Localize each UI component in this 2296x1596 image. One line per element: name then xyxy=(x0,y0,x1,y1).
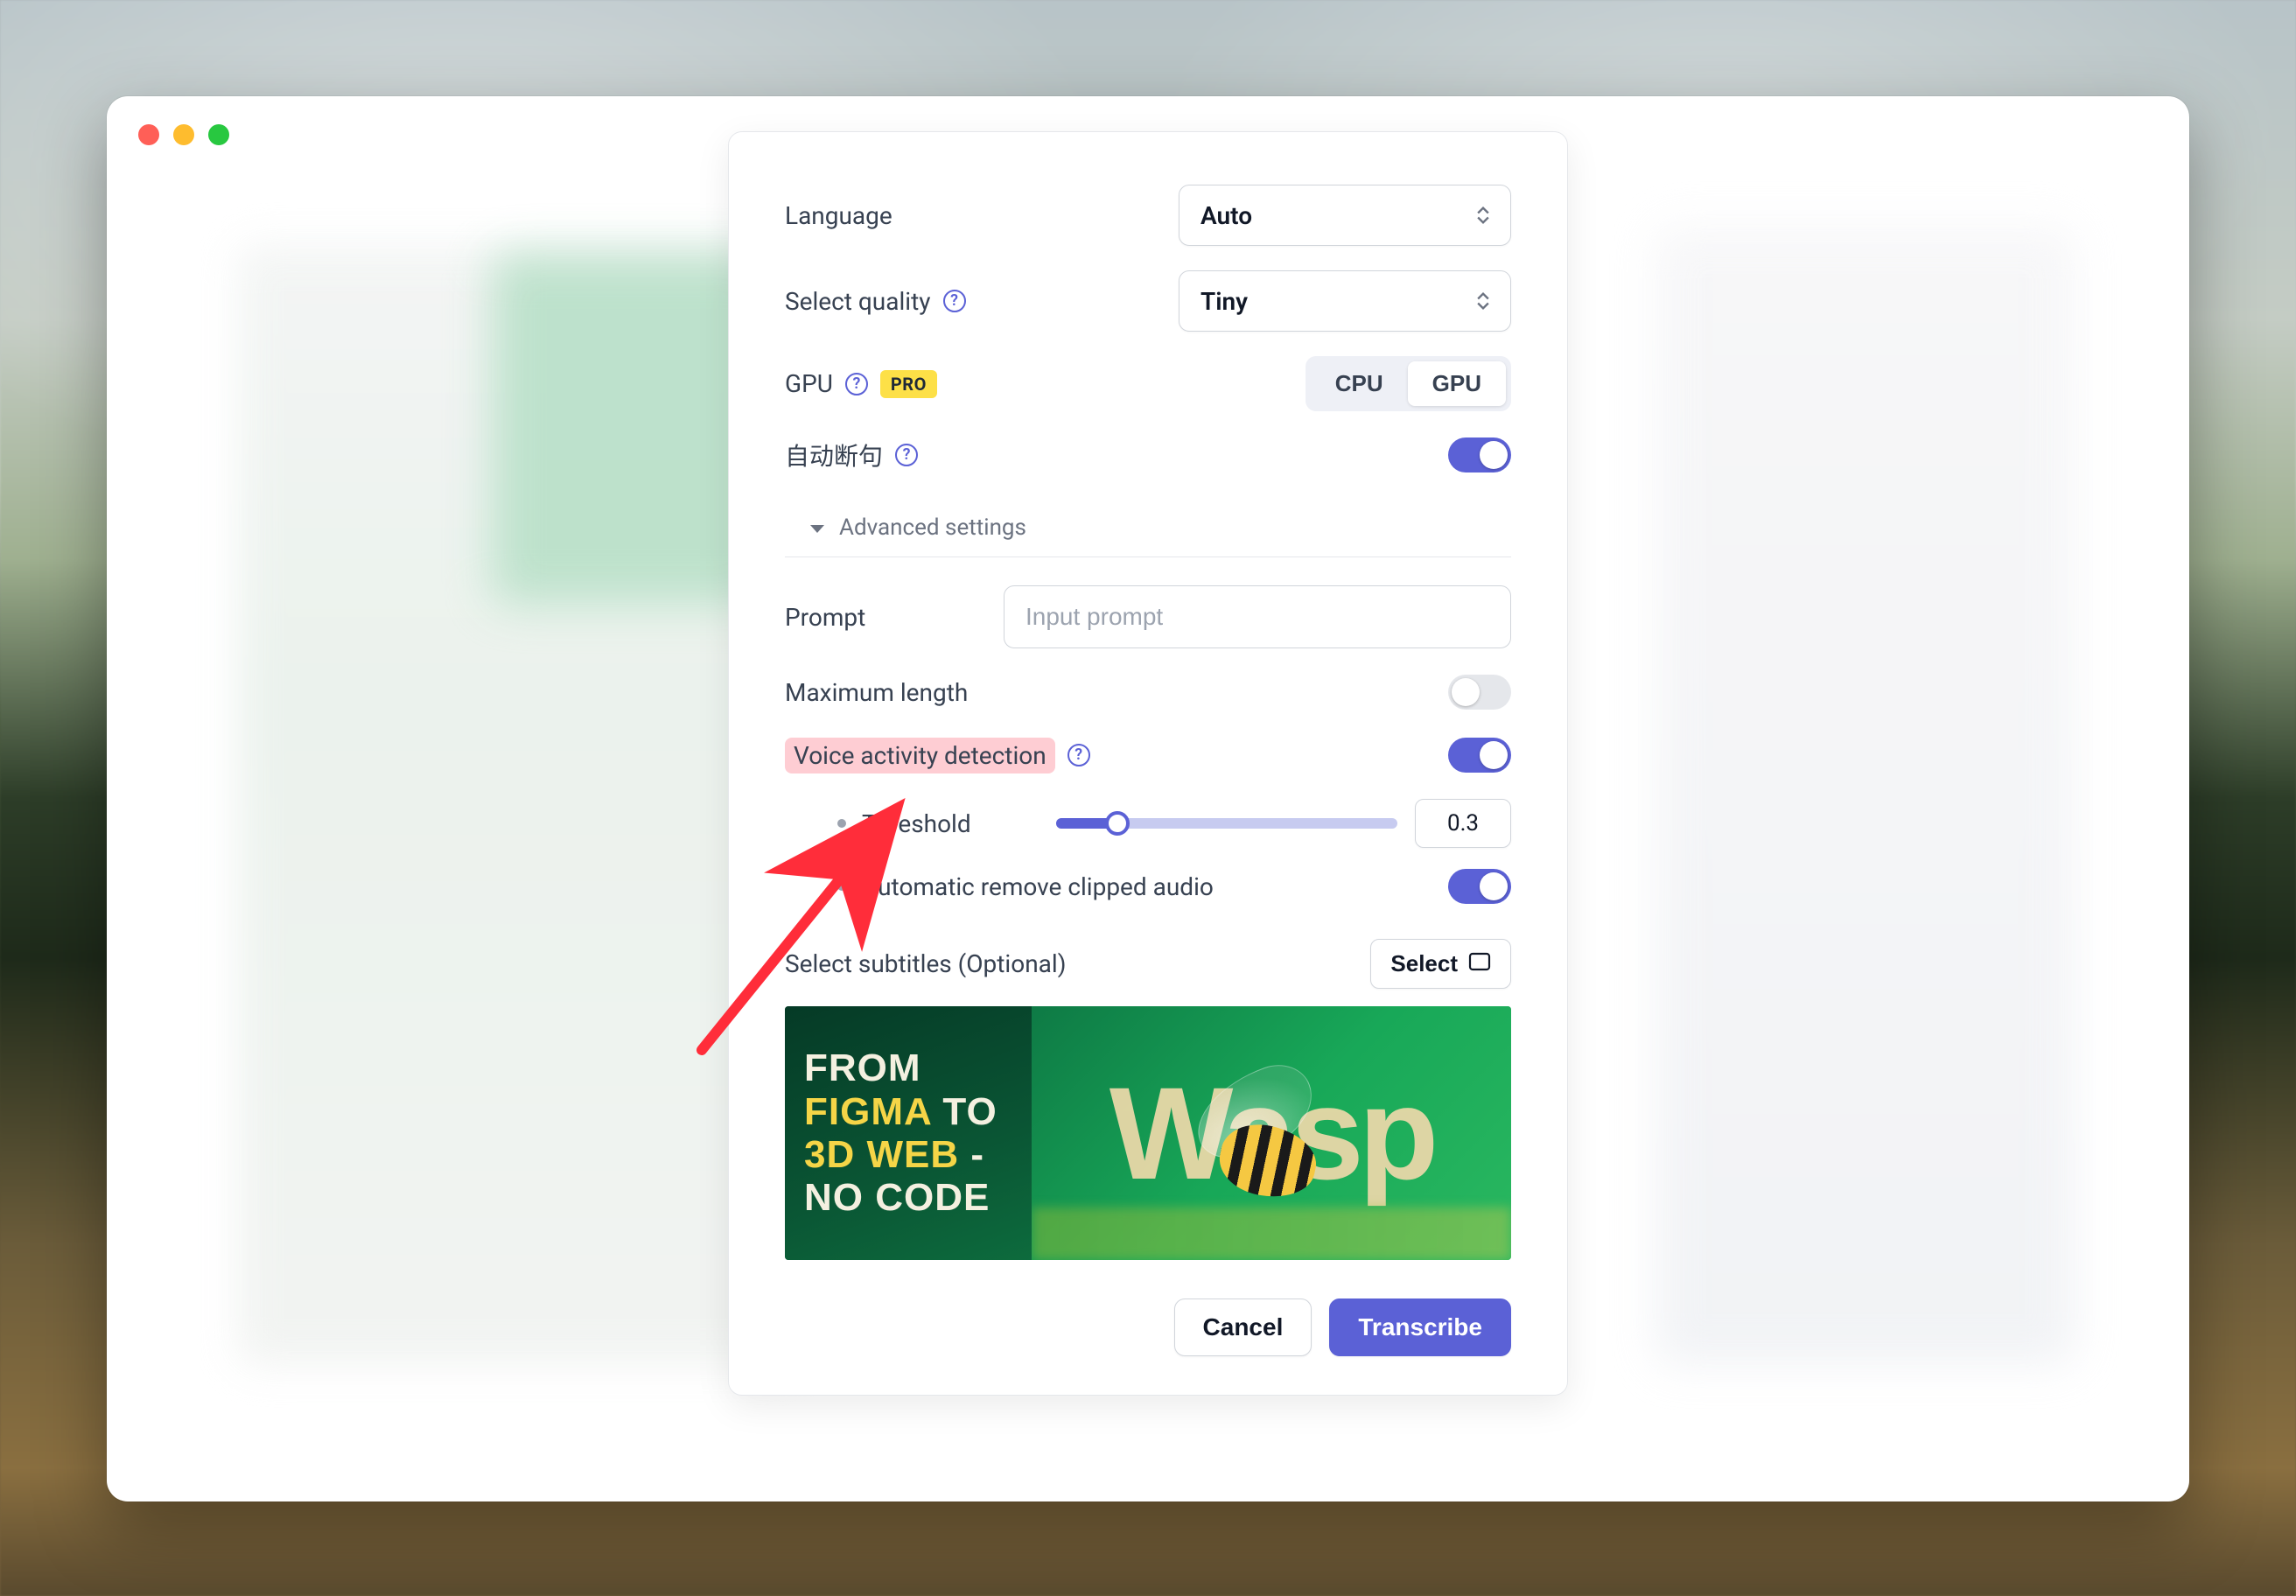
quality-label: Select quality xyxy=(785,287,931,316)
toggle-knob xyxy=(1480,872,1508,900)
caret-down-icon xyxy=(809,514,825,541)
background-blurred-sidebar xyxy=(1656,228,2076,1365)
threshold-row: Threshold 0.3 xyxy=(785,799,1511,848)
toggle-knob xyxy=(1480,741,1508,769)
folder-icon xyxy=(1468,950,1491,977)
auto-remove-clipped-row: Automatic remove clipped audio xyxy=(785,869,1511,904)
quality-row: Select quality ? Tiny xyxy=(785,270,1511,332)
max-length-toggle[interactable] xyxy=(1448,675,1511,710)
select-button-label: Select xyxy=(1390,950,1458,977)
prompt-row: Prompt xyxy=(785,585,1511,648)
preview-left-panel: FROM FIGMA TO 3D WEB - NO CODE xyxy=(785,1006,1032,1260)
language-row: Language Auto xyxy=(785,185,1511,246)
auto-break-row: 自动断句 ? xyxy=(785,436,1511,474)
gpu-row: GPU ? PRO CPU GPU xyxy=(785,356,1511,411)
vad-label: Voice activity detection xyxy=(785,738,1055,774)
gpu-help-icon[interactable]: ? xyxy=(845,373,868,396)
select-chevrons-icon xyxy=(1477,206,1489,225)
threshold-slider[interactable] xyxy=(1056,818,1397,829)
cpu-segment-button[interactable]: CPU xyxy=(1311,361,1408,406)
preview-text-line: FIGMA TO xyxy=(804,1090,1012,1133)
window-controls xyxy=(138,124,229,145)
vad-toggle[interactable] xyxy=(1448,738,1511,773)
vad-row: Voice activity detection ? xyxy=(785,736,1511,774)
preview-text-line: FROM xyxy=(804,1046,1012,1089)
quality-selected-value: Tiny xyxy=(1200,287,1248,316)
language-select[interactable]: Auto xyxy=(1179,185,1511,246)
window-maximize-button[interactable] xyxy=(208,124,229,145)
quality-help-icon[interactable]: ? xyxy=(943,290,966,312)
preview-text-line: 3D WEB - xyxy=(804,1133,1012,1176)
transcribe-button[interactable]: Transcribe xyxy=(1329,1298,1511,1356)
auto-break-label: 自动断句 xyxy=(785,438,883,472)
auto-remove-clipped-toggle[interactable] xyxy=(1448,869,1511,904)
auto-break-help-icon[interactable]: ? xyxy=(895,444,918,466)
preview-right-panel: Wasp xyxy=(1032,1006,1511,1260)
advanced-settings-label: Advanced settings xyxy=(839,514,1026,541)
quality-select[interactable]: Tiny xyxy=(1179,270,1511,332)
modal-footer: Cancel Transcribe xyxy=(785,1298,1511,1356)
max-length-label: Maximum length xyxy=(785,678,968,707)
auto-remove-clipped-label: Automatic remove clipped audio xyxy=(862,872,1214,901)
threshold-control: 0.3 xyxy=(1056,799,1511,848)
gpu-segment-button[interactable]: GPU xyxy=(1408,361,1506,406)
threshold-value: 0.3 xyxy=(1415,799,1511,848)
toggle-knob xyxy=(1480,441,1508,469)
window-close-button[interactable] xyxy=(138,124,159,145)
select-chevrons-icon xyxy=(1477,291,1489,311)
cancel-button[interactable]: Cancel xyxy=(1174,1298,1312,1356)
threshold-label: Threshold xyxy=(862,809,971,838)
auto-break-toggle[interactable] xyxy=(1448,438,1511,472)
select-subtitles-button[interactable]: Select xyxy=(1370,939,1511,989)
toggle-knob xyxy=(1452,678,1480,706)
bullet-icon xyxy=(837,882,846,891)
video-preview-thumbnail: FROM FIGMA TO 3D WEB - NO CODE Wasp xyxy=(785,1006,1511,1260)
prompt-label: Prompt xyxy=(785,603,865,632)
advanced-settings-header[interactable]: Advanced settings xyxy=(785,499,1511,557)
language-label: Language xyxy=(785,201,892,230)
subtitles-row: Select subtitles (Optional) Select xyxy=(785,939,1511,989)
window-minimize-button[interactable] xyxy=(173,124,194,145)
transcribe-settings-modal: Language Auto Select quality ? Tiny xyxy=(728,131,1568,1396)
language-selected-value: Auto xyxy=(1200,201,1252,230)
slider-thumb[interactable] xyxy=(1105,811,1130,836)
vad-help-icon[interactable]: ? xyxy=(1068,744,1090,766)
wasp-illustration xyxy=(1185,1082,1325,1205)
pro-badge: PRO xyxy=(880,370,937,398)
prompt-input[interactable] xyxy=(1004,585,1511,648)
gpu-label: GPU xyxy=(785,369,833,398)
preview-text-line: NO CODE xyxy=(804,1176,1012,1219)
app-window: Language Auto Select quality ? Tiny xyxy=(107,96,2189,1502)
gpu-segmented-control: CPU GPU xyxy=(1306,356,1511,411)
bullet-icon xyxy=(837,819,846,828)
subtitles-label: Select subtitles (Optional) xyxy=(785,949,1066,978)
max-length-row: Maximum length xyxy=(785,673,1511,711)
